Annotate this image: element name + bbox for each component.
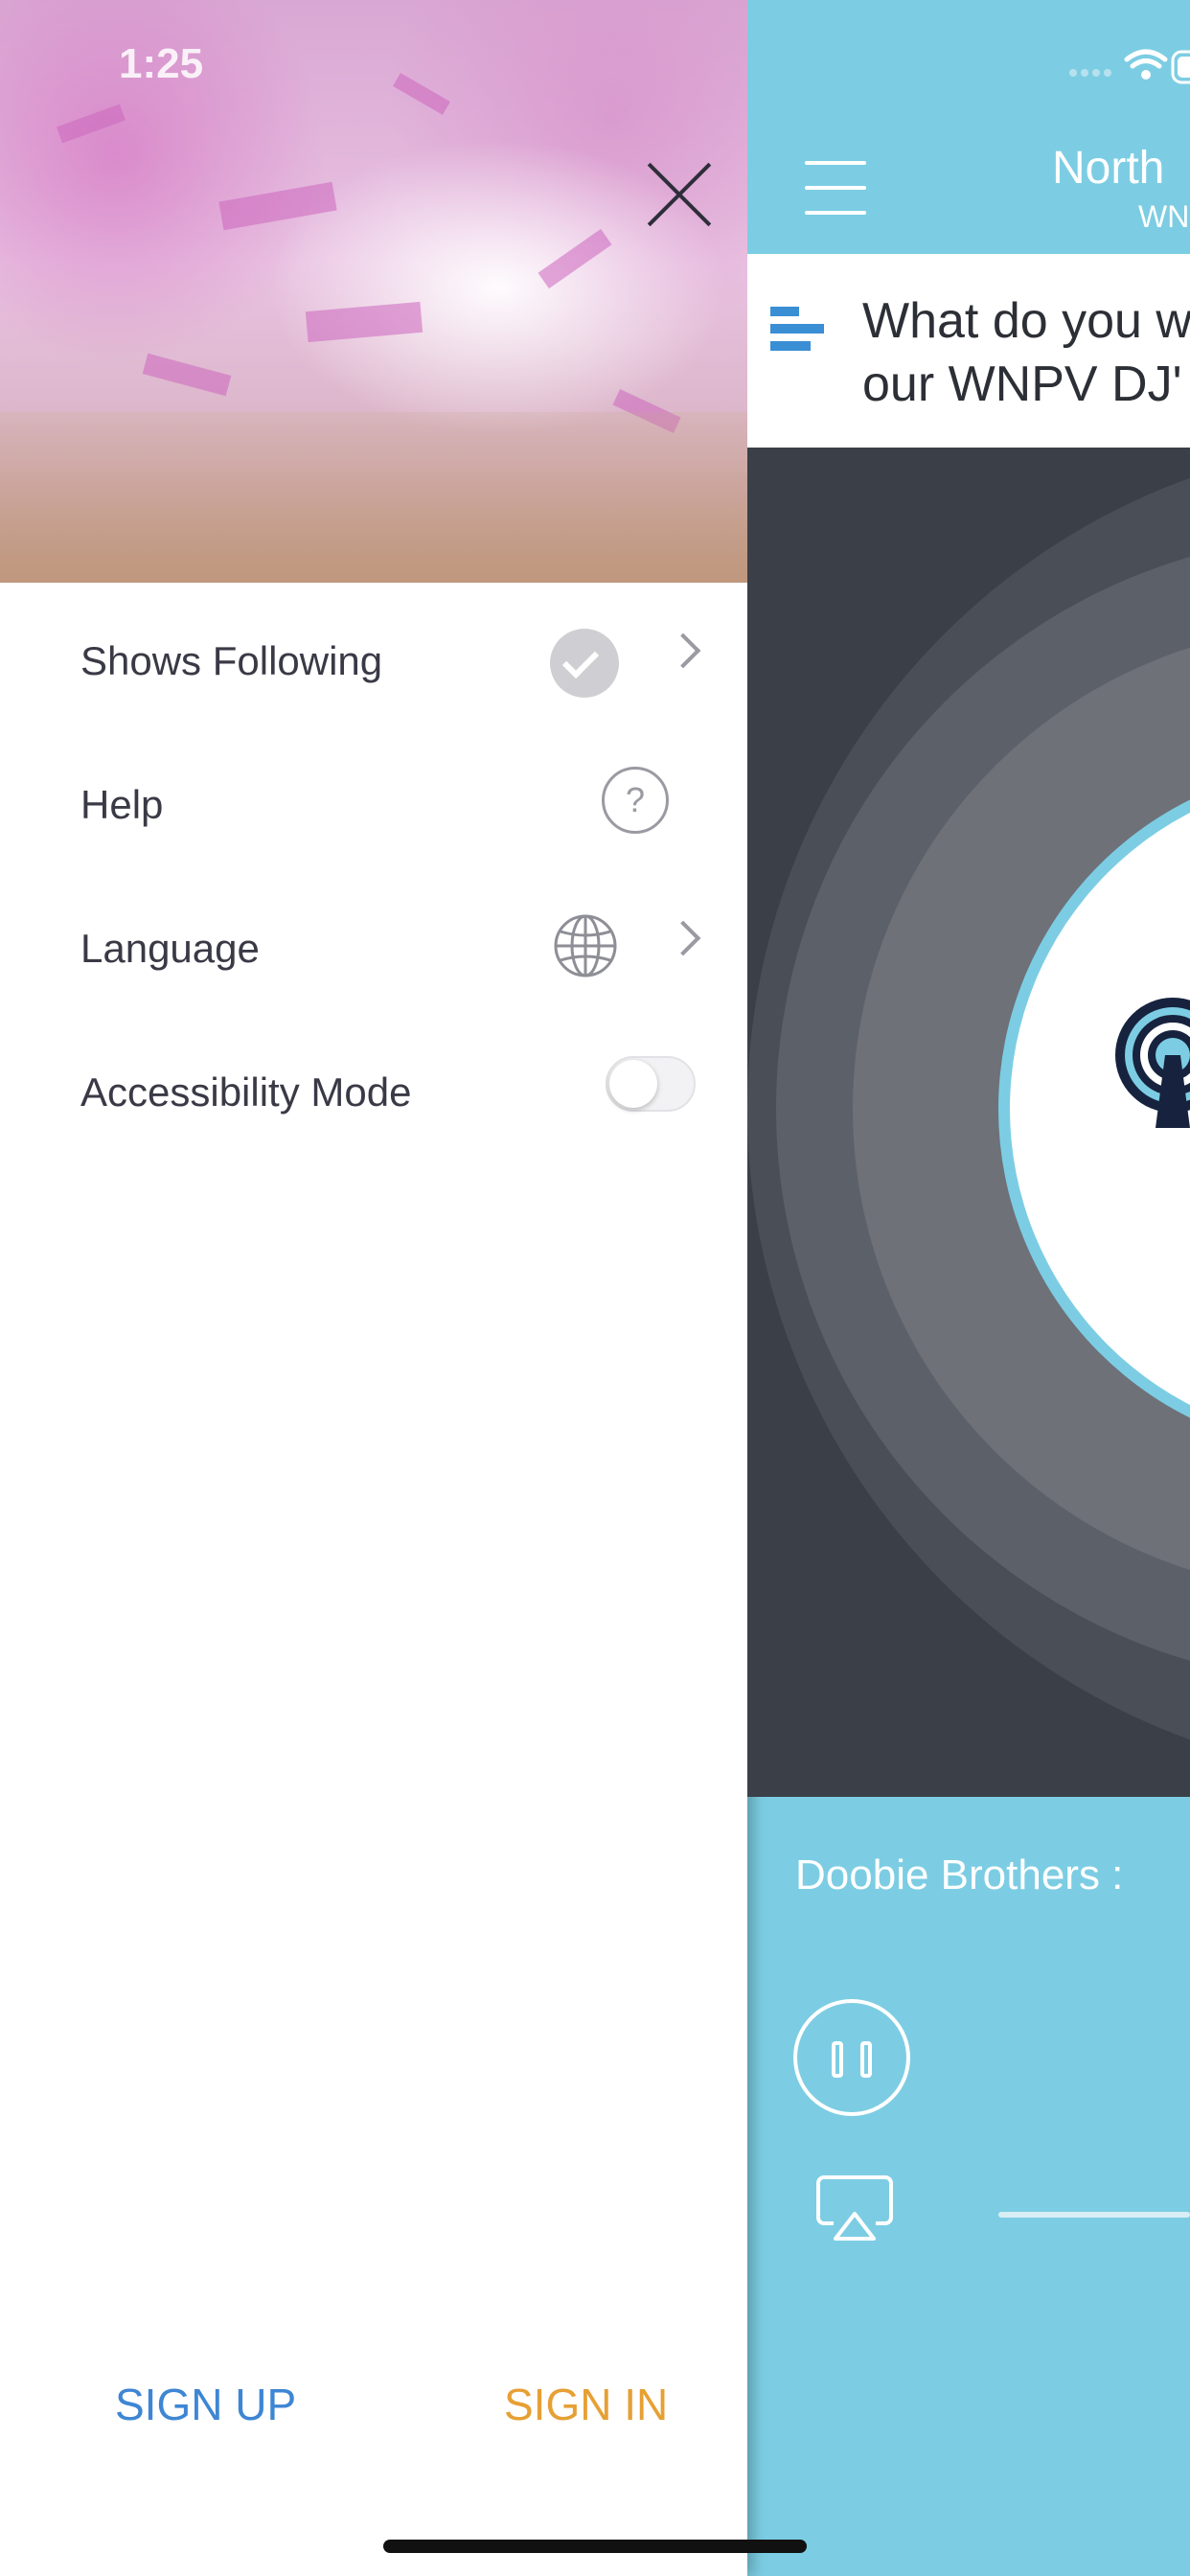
sign-up-button[interactable]: SIGN UP <box>115 2379 296 2430</box>
radio-tower-icon <box>1115 998 1190 1128</box>
align-left-icon <box>770 307 824 353</box>
menu-item-language[interactable]: Language <box>0 878 747 1022</box>
help-circle-icon: ? <box>602 767 669 834</box>
pause-button[interactable] <box>793 1999 910 2116</box>
station-call-sign: WN <box>1138 199 1190 234</box>
drawer-hero-image: 1:25 <box>0 0 747 583</box>
menu-item-help[interactable]: Help ? <box>0 734 747 878</box>
battery-icon <box>1171 50 1190 84</box>
menu-item-label: Accessibility Mode <box>80 1070 412 1115</box>
menu-item-label: Shows Following <box>80 638 383 683</box>
hamburger-menu-icon[interactable] <box>805 161 866 215</box>
globe-icon <box>554 914 617 978</box>
news-headline: What do you w our WNPV DJ' <box>862 293 1190 412</box>
menu-item-label: Language <box>80 926 260 971</box>
close-icon[interactable] <box>648 163 711 226</box>
status-icons <box>1069 49 1190 84</box>
chevron-right-icon <box>665 632 701 669</box>
crowd-silhouette <box>0 412 747 583</box>
wifi-icon <box>1124 49 1168 69</box>
side-drawer: 1:25 Shows Following Help ? Language Acc… <box>0 0 747 2576</box>
now-playing-text: Doobie Brothers : <box>795 1852 1124 1898</box>
home-indicator[interactable] <box>383 2540 807 2553</box>
menu-item-shows-following[interactable]: Shows Following <box>0 590 747 734</box>
menu-item-accessibility-mode: Accessibility Mode <box>0 1022 747 1165</box>
airplay-icon[interactable] <box>816 2175 893 2242</box>
volume-slider[interactable] <box>998 2212 1190 2218</box>
signal-icon <box>1069 69 1111 77</box>
sign-in-button[interactable]: SIGN IN <box>504 2379 668 2430</box>
station-title: North <box>1052 143 1165 194</box>
menu-item-label: Help <box>80 782 164 827</box>
background-app-panel: North WN What do you w our WNPV DJ' Doob… <box>747 0 1190 2576</box>
app-header: North WN <box>747 0 1190 254</box>
chevron-right-icon <box>665 920 701 956</box>
accessibility-toggle[interactable] <box>606 1056 696 1112</box>
album-art-area <box>747 448 1190 1797</box>
status-time: 1:25 <box>119 40 204 87</box>
check-circle-icon <box>550 629 619 698</box>
